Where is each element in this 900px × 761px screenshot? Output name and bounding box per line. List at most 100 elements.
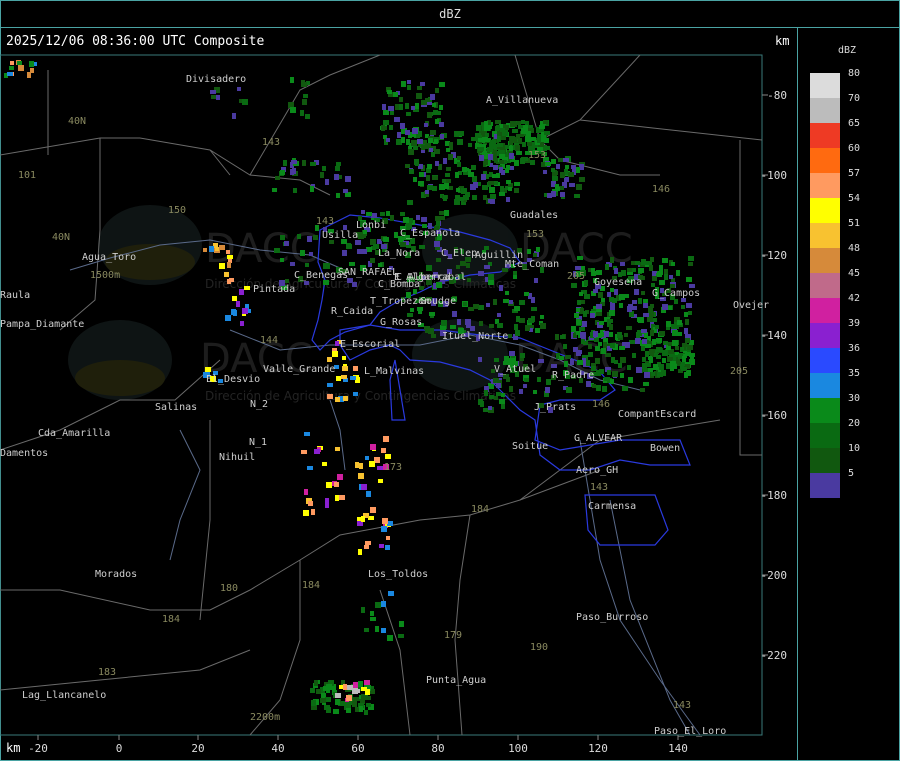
- echo-pixel: [418, 181, 424, 186]
- place-label: G_Rosas: [380, 317, 422, 328]
- echo-pixel: [659, 265, 663, 271]
- echo-pixel: [579, 292, 583, 296]
- echo-pixel: [652, 276, 657, 281]
- echo-pixel: [361, 694, 365, 700]
- echo-pixel: [601, 298, 605, 302]
- echo-pixel: [407, 80, 411, 84]
- echo-pixel: [638, 268, 644, 273]
- echo-pixel: [478, 147, 484, 151]
- echo-pixel: [355, 697, 359, 701]
- echo-pixel: [607, 370, 611, 375]
- echo-pixel: [314, 449, 320, 454]
- echo-pixel: [353, 366, 358, 371]
- echo-pixel: [551, 168, 555, 172]
- route-label: 101: [18, 170, 36, 181]
- echo-pixel: [652, 339, 656, 345]
- echo-pixel: [439, 184, 445, 190]
- echo-pixel: [501, 393, 505, 397]
- echo-pixel: [627, 365, 631, 370]
- echo-pixel: [335, 397, 340, 402]
- place-label: Lag_Llancanelo: [22, 690, 106, 701]
- echo-pixel: [685, 319, 689, 325]
- echo-pixel: [342, 356, 346, 360]
- echo-pixel: [359, 463, 363, 469]
- echo-pixel: [659, 331, 665, 336]
- echo-pixel: [427, 112, 432, 118]
- echo-pixel: [672, 340, 678, 346]
- place-label: Goudge: [420, 296, 456, 307]
- echo-pixel: [335, 341, 339, 346]
- echo-pixel: [659, 280, 665, 285]
- legend-label-80: 80: [848, 68, 861, 79]
- echo-pixel: [500, 160, 504, 164]
- echo-pixel: [496, 392, 501, 396]
- place-label: Raula: [0, 290, 30, 301]
- echo-pixel: [520, 353, 525, 358]
- echo-pixel: [467, 278, 471, 282]
- echo-pixel: [240, 321, 244, 326]
- echo-pixel: [293, 188, 297, 193]
- echo-pixel: [443, 195, 447, 201]
- place-label: Los_Toldos: [368, 569, 428, 580]
- echo-pixel: [428, 328, 434, 334]
- echo-pixel: [563, 344, 567, 349]
- echo-pixel: [525, 325, 530, 331]
- echo-pixel: [536, 247, 540, 252]
- echo-pixel: [668, 342, 672, 346]
- echo-pixel: [478, 271, 484, 276]
- echo-pixel: [494, 396, 498, 400]
- legend-label-42: 42: [848, 293, 861, 304]
- echo-pixel: [558, 158, 563, 162]
- echo-pixel: [566, 387, 572, 393]
- echo-pixel: [520, 158, 525, 164]
- echo-pixel: [304, 281, 309, 285]
- echo-pixel: [272, 188, 277, 192]
- echo-pixel: [662, 304, 668, 310]
- route-label: 190: [530, 642, 548, 653]
- echo-pixel: [588, 352, 593, 357]
- legend-swatch-35: [810, 373, 840, 398]
- echo-pixel: [636, 332, 640, 338]
- echo-pixel: [590, 313, 595, 318]
- echo-pixel: [489, 145, 493, 150]
- legend-swatch-80: [810, 73, 840, 98]
- echo-pixel: [495, 126, 499, 131]
- echo-pixel: [643, 313, 649, 317]
- route-label: 143: [590, 482, 608, 493]
- echo-pixel: [336, 162, 341, 166]
- route-label: 153: [528, 150, 546, 161]
- echo-pixel: [386, 536, 390, 540]
- echo-pixel: [327, 357, 332, 362]
- echo-pixel: [343, 684, 347, 690]
- echo-pixel: [370, 617, 376, 621]
- legend-swatch-65: [810, 123, 840, 148]
- echo-pixel: [685, 338, 690, 343]
- echo-pixel: [9, 66, 14, 70]
- echo-pixel: [484, 121, 488, 126]
- echo-pixel: [537, 137, 541, 143]
- echo-pixel: [364, 628, 369, 632]
- echo-pixel: [506, 180, 511, 184]
- x-tick-label: 60: [351, 742, 364, 755]
- echo-pixel: [335, 693, 341, 698]
- echo-pixel: [578, 350, 582, 354]
- legend-label-45: 45: [848, 268, 861, 279]
- echo-pixel: [576, 308, 580, 312]
- echo-pixel: [27, 72, 31, 78]
- echo-pixel: [638, 298, 642, 304]
- echo-pixel: [323, 263, 327, 269]
- echo-pixel: [327, 394, 333, 399]
- echo-pixel: [361, 516, 365, 522]
- echo-pixel: [545, 387, 550, 393]
- echo-pixel: [361, 234, 366, 238]
- radar-map[interactable]: DACC DACC DACC DACC Dirección de Agricul…: [0, 0, 900, 761]
- echo-pixel: [409, 169, 414, 174]
- echo-pixel: [493, 165, 498, 170]
- place-label: A_Villanueva: [486, 95, 558, 106]
- echo-pixel: [538, 359, 544, 363]
- echo-pixel: [439, 82, 445, 87]
- echo-pixel: [341, 680, 345, 684]
- place-label: Pampa_Diamante: [0, 319, 84, 330]
- place-label: N_2: [250, 399, 268, 410]
- x-tick-label: 0: [116, 742, 123, 755]
